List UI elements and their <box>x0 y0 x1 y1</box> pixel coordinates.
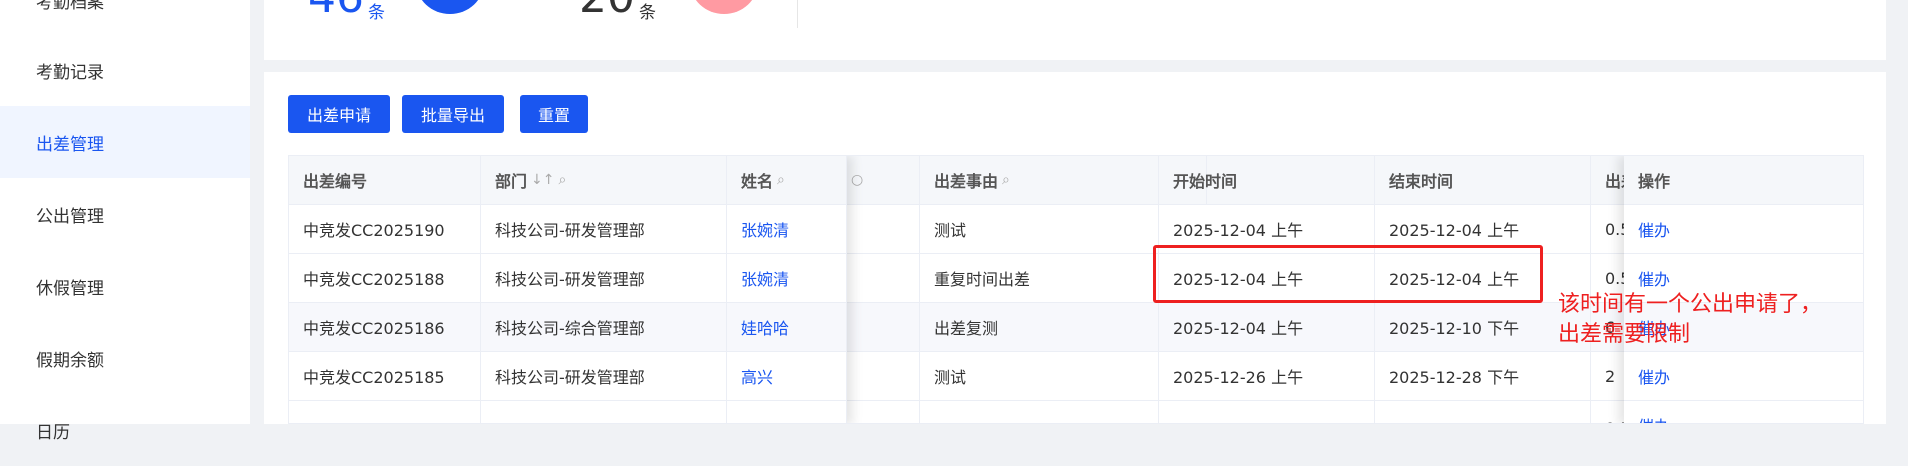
cell-name-link[interactable]: 张婉清 <box>727 205 847 253</box>
cell-reason: 测试 <box>919 352 1159 400</box>
annotation-note: 该时间有一个公出申请了， 出差需要限制 <box>1558 290 1898 350</box>
cell-dept: 科技公司-研发管理部 <box>481 205 727 253</box>
table-row: 催办 <box>1624 205 1863 254</box>
table-row: 中竞发CC2025185 科技公司-研发管理部 高兴 <box>289 352 847 401</box>
sidebar-item-business-trip[interactable]: 出差管理 <box>0 106 250 178</box>
stat-value-second: 20 <box>579 0 635 20</box>
urge-link[interactable]: 催办 <box>1624 205 1863 253</box>
cell-name-link[interactable]: 高兴 <box>727 352 847 400</box>
sidebar-item-label: 休假管理 <box>36 278 104 299</box>
sort-icon[interactable]: ↓↑ <box>531 172 554 188</box>
header-dept: 部门 ↓↑ ⌕ <box>481 156 727 204</box>
sidebar-item-official-outing[interactable]: 公出管理 <box>0 178 250 250</box>
cell-start: 2025-12-26 上午 <box>1159 352 1375 400</box>
cell-code: 中竞发CC2025190 <box>289 205 481 253</box>
table-row: 中竞发CC2025186 科技公司-综合管理部 娃哈哈 <box>289 303 847 352</box>
header-code: 出差编号 <box>289 156 481 204</box>
sidebar-item-attendance-records[interactable]: 考勤记录 <box>0 34 250 106</box>
cell-reason: 单程 北京到天津 <box>919 401 1159 423</box>
stat-unit: 条 <box>368 3 385 23</box>
table-row: 催办 <box>1624 401 1863 423</box>
header-end: 结束时间 <box>1375 156 1591 204</box>
annotation-line-1: 该时间有一个公出申请了， <box>1558 292 1823 317</box>
cell-name-link[interactable]: 娃哈哈 <box>727 303 847 351</box>
stat-divider <box>797 0 798 28</box>
sidebar-item-leave[interactable]: 休假管理 <box>0 250 250 322</box>
cell-reason: 出差复测 <box>919 303 1159 351</box>
sidebar-item-label: 公出管理 <box>36 206 104 227</box>
stats-card: 46 条 20 条 <box>264 0 1886 60</box>
table-row: 中竞发CC2025188 科技公司-研发管理部 张婉清 <box>289 254 847 303</box>
stat-unit: 条 <box>639 3 656 23</box>
header-reason: 出差事由 ⌕ <box>919 156 1159 204</box>
sidebar-item-label: 日历 <box>36 422 70 443</box>
search-icon[interactable]: ⌕ <box>777 172 785 188</box>
sidebar-item-leave-balance[interactable]: 假期余额 <box>0 322 250 394</box>
table-row: 中竞发CC2025183 科技公司-研发管理部 张婉清 <box>289 401 847 423</box>
cell-dept: 科技公司-综合管理部 <box>481 303 727 351</box>
search-icon[interactable]: ⌕ <box>558 172 566 188</box>
header-ops: 操作 <box>1638 172 1671 191</box>
cell-end: 2025-12-28 下午 <box>1375 352 1591 400</box>
cell-code: 中竞发CC2025183 <box>289 401 481 423</box>
cell-start: 2025-12-04 上午 <box>1159 401 1375 423</box>
stat-icon-pink <box>690 0 758 14</box>
sidebar-item-label: 假期余额 <box>36 350 104 371</box>
table-row: 催办 <box>1624 352 1863 401</box>
stat-icon-blue <box>416 0 484 14</box>
annotation-highlight-box <box>1153 245 1543 303</box>
header-start: 开始时间 <box>1159 156 1375 204</box>
search-icon[interactable]: ⌕ <box>1002 172 1010 188</box>
sidebar-item-label: 考勤记录 <box>36 62 104 83</box>
cell-code: 中竞发CC2025186 <box>289 303 481 351</box>
sidebar: 考勤档案 考勤记录 出差管理 公出管理 休假管理 假期余额 日历 <box>0 0 250 443</box>
search-icon[interactable]: ○ <box>851 172 863 188</box>
urge-link[interactable]: 催办 <box>1624 401 1863 423</box>
apply-trip-button[interactable]: 出差申请 <box>288 95 390 133</box>
table-fixed-left: 出差编号 部门 ↓↑ ⌕ 姓名 ⌕ 中竞发CC2025190 科技公司-研发管理部 张… <box>289 156 847 423</box>
table-header: 出差编号 部门 ↓↑ ⌕ 姓名 ⌕ <box>289 156 847 205</box>
cell-dept: 科技公司-研发管理部 <box>481 352 727 400</box>
header-name: 姓名 ⌕ <box>727 156 847 204</box>
sidebar-item-calendar[interactable]: 日历 <box>0 394 250 466</box>
table-row: 中竞发CC2025190 科技公司-研发管理部 张婉清 <box>289 205 847 254</box>
cell-code: 中竞发CC2025185 <box>289 352 481 400</box>
urge-link[interactable]: 催办 <box>1624 352 1863 400</box>
cell-code: 中竞发CC2025188 <box>289 254 481 302</box>
cell-dept: 科技公司-研发管理部 <box>481 401 727 423</box>
sidebar-item-label: 考勤档案 <box>36 0 104 13</box>
stat-value-total: 46 <box>308 0 364 20</box>
batch-export-button[interactable]: 批量导出 <box>402 95 504 133</box>
sidebar-item-attendance-archive[interactable]: 考勤档案 <box>0 0 250 36</box>
cell-reason: 重复时间出差 <box>919 254 1159 302</box>
cell-dept: 科技公司-研发管理部 <box>481 254 727 302</box>
cell-name-link[interactable]: 张婉清 <box>727 401 847 423</box>
cell-reason: 测试 <box>919 205 1159 253</box>
cell-name-link[interactable]: 张婉清 <box>727 254 847 302</box>
cell-end: 2025-12-04 上午 <box>1375 401 1591 423</box>
cell-start: 2025-12-04 上午 <box>1159 303 1375 351</box>
table-header: 操作 <box>1624 156 1863 205</box>
annotation-line-2: 出差需要限制 <box>1558 322 1691 347</box>
reset-button[interactable]: 重置 <box>520 95 588 133</box>
sidebar-item-label: 出差管理 <box>36 134 104 155</box>
